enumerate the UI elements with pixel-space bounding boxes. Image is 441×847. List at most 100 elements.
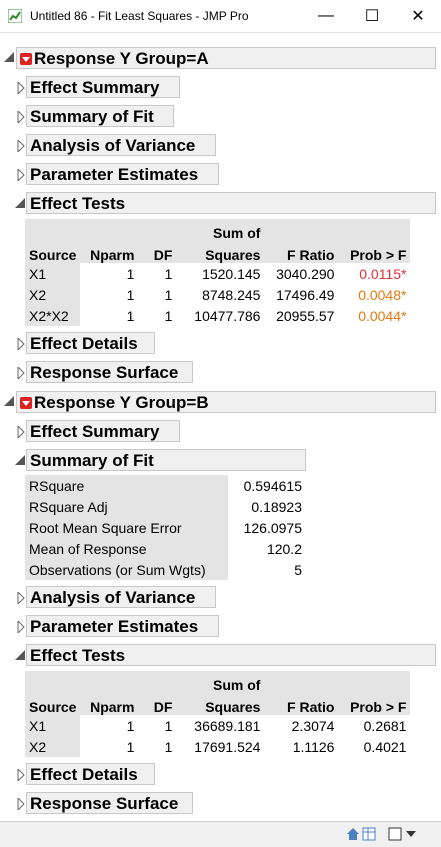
table-row: RSquare 0.594615	[25, 475, 306, 496]
cell-df: 1	[164, 717, 173, 734]
parameter-estimates-label: Parameter Estimates	[30, 165, 199, 184]
effect-details-header-b[interactable]: Effect Details	[26, 763, 155, 785]
data-table-icon[interactable]	[362, 827, 376, 841]
disclosure-closed-icon[interactable]	[17, 769, 25, 781]
effect-details-header-a[interactable]: Effect Details	[26, 332, 155, 354]
table-row: X2*X2 1 1 10477.786 20955.57 0.0044*	[25, 305, 410, 326]
response-surface-label: Response Surface	[30, 363, 179, 382]
group-b-title: Response Y Group=B	[34, 393, 209, 412]
parameter-estimates-header-a[interactable]: Parameter Estimates	[26, 163, 219, 185]
cell-prob: 0.0044*	[358, 307, 407, 324]
summary-of-fit-header-b[interactable]: Summary of Fit	[26, 449, 306, 471]
disclosure-closed-icon[interactable]	[17, 426, 25, 438]
home-icon[interactable]	[346, 827, 360, 841]
summary-of-fit-label: Summary of Fit	[30, 107, 154, 126]
table-row: X1 1 1 1520.145 3040.290 0.0115*	[25, 263, 410, 284]
effect-tests-table-a: Source Nparm DF Sum of F Ratio Prob > F …	[25, 219, 411, 326]
col-df: DF	[138, 671, 177, 715]
response-surface-header-b[interactable]: Response Surface	[26, 792, 193, 814]
parameter-estimates-label: Parameter Estimates	[30, 617, 199, 636]
disclosure-closed-icon[interactable]	[17, 592, 25, 604]
col-ss-line2: Squares	[176, 241, 265, 263]
parameter-estimates-header-b[interactable]: Parameter Estimates	[26, 615, 219, 637]
cell-df: 1	[164, 265, 173, 282]
effect-summary-header-a[interactable]: Effect Summary	[26, 76, 180, 98]
close-button[interactable]: ✕	[395, 0, 441, 32]
effect-details-label: Effect Details	[30, 765, 138, 784]
table-row: Root Mean Square Error 126.0975	[25, 517, 306, 538]
fit-label: Observations (or Sum Wgts)	[25, 559, 228, 580]
table-row: X2 1 1 8748.245 17496.49 0.0048*	[25, 284, 410, 305]
cell-fratio: 3040.290	[276, 265, 335, 282]
cell-ss: 17691.524	[194, 738, 261, 755]
disclosure-open-icon[interactable]	[15, 455, 25, 465]
effect-summary-header-b[interactable]: Effect Summary	[26, 420, 180, 442]
cell-ss: 1520.145	[202, 265, 261, 282]
disclosure-closed-icon[interactable]	[17, 111, 25, 123]
red-triangle-menu-icon[interactable]	[20, 397, 32, 409]
cell-ss: 10477.786	[194, 307, 261, 324]
cell-source: X1	[25, 263, 81, 284]
cell-nparm: 1	[126, 307, 135, 324]
cell-nparm: 1	[126, 286, 135, 303]
col-ss-line2: Squares	[176, 693, 265, 715]
cell-source: X2	[25, 284, 81, 305]
disclosure-closed-icon[interactable]	[17, 798, 25, 810]
cell-df: 1	[164, 286, 173, 303]
fit-value: 0.18923	[251, 498, 302, 515]
cell-nparm: 1	[126, 717, 135, 734]
cell-source: X2*X2	[25, 305, 81, 326]
table-row: X2 1 1 17691.524 1.1126 0.4021	[25, 736, 410, 757]
cell-df: 1	[164, 307, 173, 324]
col-prob: Prob > F	[338, 219, 411, 263]
col-fratio: F Ratio	[264, 219, 339, 263]
cell-fratio: 17496.49	[276, 286, 335, 303]
disclosure-closed-icon[interactable]	[17, 169, 25, 181]
jmp-app-icon	[8, 9, 22, 23]
fit-value: 126.0975	[243, 519, 302, 536]
disclosure-open-icon[interactable]	[15, 198, 25, 208]
minimize-button[interactable]: —	[303, 0, 349, 32]
red-triangle-menu-icon[interactable]	[20, 53, 32, 65]
summary-of-fit-header-a[interactable]: Summary of Fit	[26, 105, 174, 127]
maximize-button[interactable]: ☐	[349, 0, 395, 32]
effect-tests-header-a[interactable]: Effect Tests	[26, 192, 436, 214]
cell-nparm: 1	[126, 265, 135, 282]
cell-ss: 36689.181	[194, 717, 261, 734]
effect-tests-label: Effect Tests	[30, 646, 126, 665]
col-nparm: Nparm	[80, 671, 139, 715]
fit-label: Root Mean Square Error	[25, 517, 228, 538]
fit-label: Mean of Response	[25, 538, 228, 559]
cell-fratio: 20955.57	[276, 307, 335, 324]
summary-of-fit-table-b: RSquare 0.594615 RSquare Adj 0.18923 Root …	[25, 475, 306, 580]
title-bar: Untitled 86 - Fit Least Squares - JMP Pr…	[0, 0, 441, 33]
chevron-down-icon[interactable]	[406, 831, 416, 838]
response-surface-header-a[interactable]: Response Surface	[26, 361, 193, 383]
cell-source: X1	[25, 715, 81, 736]
effect-summary-label: Effect Summary	[30, 78, 160, 97]
disclosure-closed-icon[interactable]	[17, 367, 25, 379]
disclosure-closed-icon[interactable]	[17, 338, 25, 350]
cell-df: 1	[164, 738, 173, 755]
cell-prob: 0.2681	[363, 717, 407, 734]
anova-header-a[interactable]: Analysis of Variance	[26, 134, 216, 156]
window-list-icon[interactable]	[388, 827, 402, 841]
disclosure-closed-icon[interactable]	[17, 140, 25, 152]
summary-of-fit-label: Summary of Fit	[30, 451, 154, 470]
effect-tests-header-b[interactable]: Effect Tests	[26, 644, 436, 666]
status-bar	[0, 821, 441, 847]
group-a-header[interactable]: Response Y Group=A	[16, 47, 436, 69]
table-row: X1 1 1 36689.181 2.3074 0.2681	[25, 715, 410, 736]
fit-value: 5	[294, 561, 302, 578]
cell-nparm: 1	[126, 738, 135, 755]
disclosure-open-icon[interactable]	[4, 396, 14, 406]
cell-fratio: 2.3074	[291, 717, 335, 734]
group-b-header[interactable]: Response Y Group=B	[16, 391, 436, 413]
disclosure-closed-icon[interactable]	[17, 82, 25, 94]
anova-label: Analysis of Variance	[30, 136, 196, 155]
cell-prob: 0.4021	[363, 738, 407, 755]
anova-header-b[interactable]: Analysis of Variance	[26, 586, 216, 608]
disclosure-open-icon[interactable]	[15, 650, 25, 660]
disclosure-closed-icon[interactable]	[17, 621, 25, 633]
disclosure-open-icon[interactable]	[4, 52, 14, 62]
